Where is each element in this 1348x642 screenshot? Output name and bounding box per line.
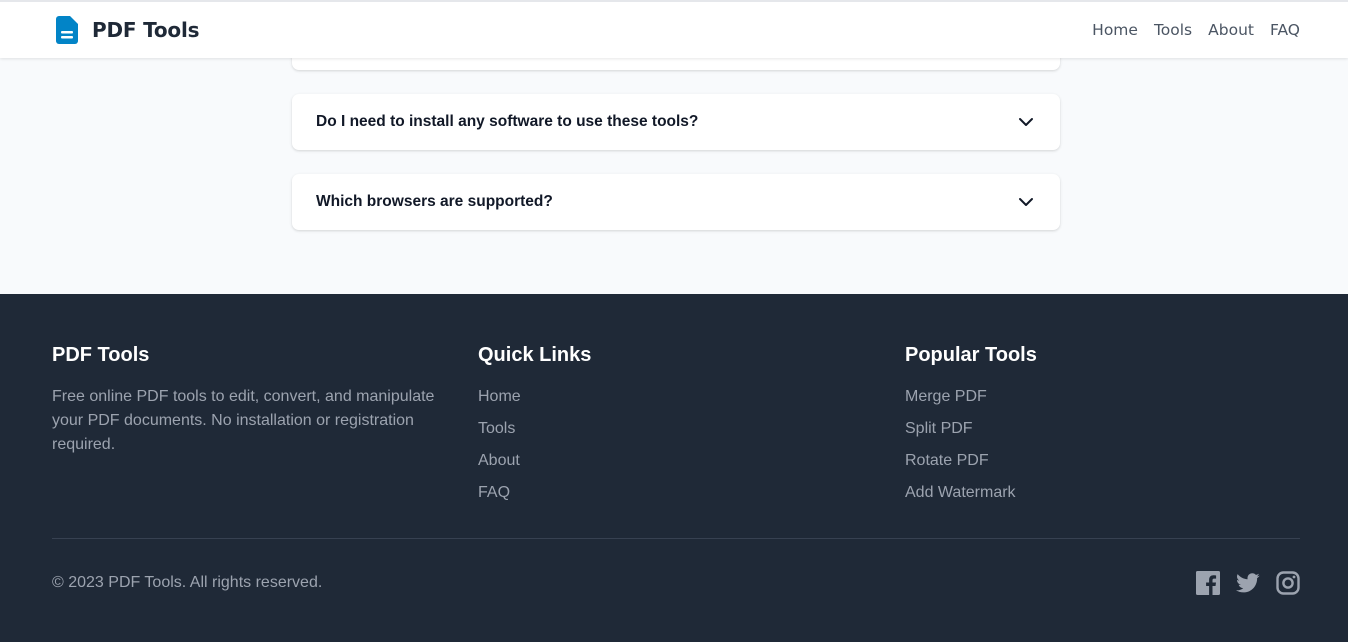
footer-about-description: Free online PDF tools to edit, convert, … [52, 388, 435, 453]
chevron-down-icon [1019, 198, 1033, 206]
footer-link-faq[interactable]: FAQ [478, 481, 591, 513]
chevron-down-icon [1019, 118, 1033, 126]
instagram-icon[interactable] [1276, 571, 1300, 595]
footer-quick-links-title: Quick Links [478, 344, 592, 366]
footer-quick-links-column: Quick Links Home Tools About FAQ [478, 344, 591, 513]
footer-quick-links-list: Home Tools About FAQ [478, 385, 591, 513]
faq-item-install-software[interactable]: Do I need to install any software to use… [292, 94, 1060, 150]
footer-popular-tools-list: Merge PDF Split PDF Rotate PDF Add Water… [905, 385, 1037, 513]
social-links [1196, 571, 1300, 595]
faq-question: Which browsers are supported? [316, 193, 553, 210]
footer-link-split-pdf[interactable]: Split PDF [905, 417, 1037, 449]
footer-link-add-watermark[interactable]: Add Watermark [905, 481, 1037, 513]
brand-logo-link[interactable]: PDF Tools [56, 16, 200, 44]
site-footer: PDF Tools Free online PDF tools to edit,… [0, 294, 1348, 642]
footer-popular-tools-column: Popular Tools Merge PDF Split PDF Rotate… [905, 344, 1037, 513]
brand-name: PDF Tools [92, 18, 200, 42]
footer-link-rotate-pdf[interactable]: Rotate PDF [905, 449, 1037, 481]
nav-tools[interactable]: Tools [1154, 21, 1192, 39]
faq-item-browsers-supported[interactable]: Which browsers are supported? [292, 174, 1060, 230]
footer-link-tools[interactable]: Tools [478, 417, 591, 449]
nav-faq[interactable]: FAQ [1270, 21, 1300, 39]
footer-about-column: PDF Tools Free online PDF tools to edit,… [52, 344, 442, 457]
footer-link-about[interactable]: About [478, 449, 591, 481]
faq-question: Do I need to install any software to use… [316, 113, 699, 130]
facebook-icon[interactable] [1196, 571, 1220, 595]
footer-copyright: © 2023 PDF Tools. All rights reserved. [52, 574, 323, 591]
document-icon [56, 16, 78, 44]
site-header: PDF Tools Home Tools About FAQ [0, 0, 1348, 58]
nav-about[interactable]: About [1208, 21, 1254, 39]
footer-link-home[interactable]: Home [478, 385, 591, 417]
nav-home[interactable]: Home [1092, 21, 1138, 39]
twitter-icon[interactable] [1236, 571, 1260, 595]
main-nav: Home Tools About FAQ [1092, 21, 1300, 39]
footer-divider [52, 538, 1300, 539]
footer-link-merge-pdf[interactable]: Merge PDF [905, 385, 1037, 417]
footer-popular-tools-title: Popular Tools [905, 344, 1037, 366]
footer-about-title: PDF Tools [52, 344, 150, 366]
